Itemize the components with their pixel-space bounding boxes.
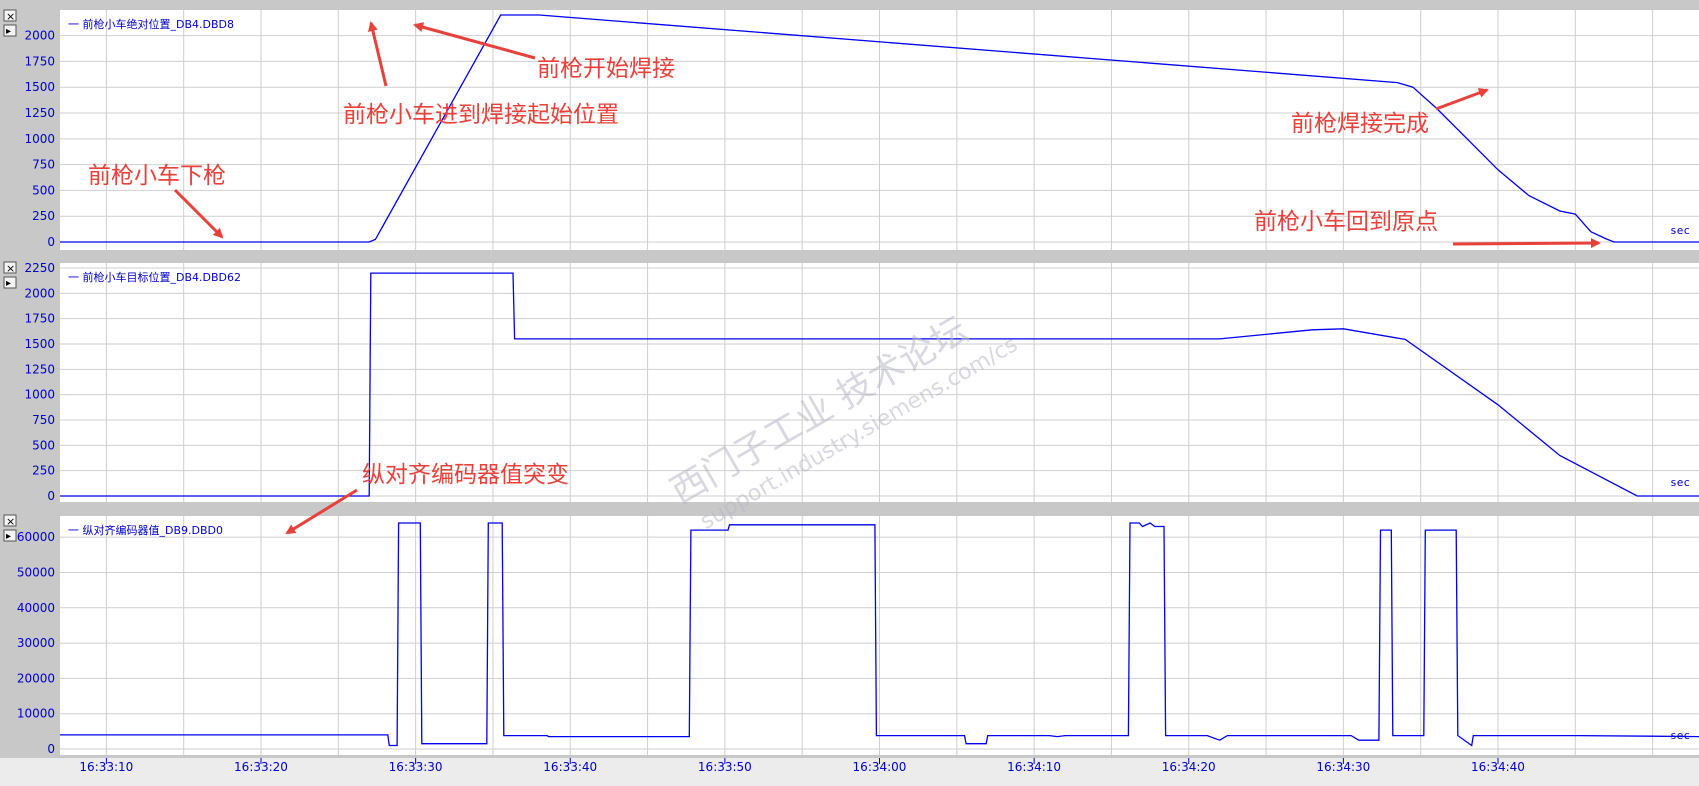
y-tick-label: 2000 xyxy=(24,286,55,300)
y-tick-label: 250 xyxy=(32,209,55,223)
y-tick-label: 750 xyxy=(32,158,55,172)
y-tick-label: 20000 xyxy=(17,671,55,685)
arrow-return-origin xyxy=(1452,238,1601,249)
y-tick-label: 10000 xyxy=(17,707,55,721)
y-tick-label: 0 xyxy=(47,235,55,249)
x-tick-label: 16:33:20 xyxy=(234,760,288,774)
x-tick-label: 16:33:10 xyxy=(79,760,133,774)
time-axis: 16:33:10 16:33:20 16:33:30 16:33:40 16:33:50… xyxy=(0,758,1699,786)
annotation-encoder-jump: 纵对齐编码器值突变 xyxy=(362,462,569,488)
x-tick-label: 16:33:30 xyxy=(389,760,443,774)
panel-1-expand-icon: ▸ xyxy=(6,26,11,37)
panel-2-expand-icon: ▸ xyxy=(6,278,11,289)
unit-label: sec xyxy=(1670,476,1690,489)
annotation-weld-start-position: 前枪小车进到焊接起始位置 xyxy=(343,102,619,128)
unit-label: sec xyxy=(1670,224,1690,237)
x-tick-label: 16:34:10 xyxy=(1007,760,1061,774)
y-tick-label: 1000 xyxy=(24,388,55,402)
y-tick-label: 500 xyxy=(32,438,55,452)
y-tick-label: 1250 xyxy=(24,106,55,120)
panel-3-close-icon: × xyxy=(6,515,15,528)
x-tick-label: 16:34:20 xyxy=(1162,760,1216,774)
series-label: 一 前枪小车绝对位置_DB4.DBD8 xyxy=(68,17,234,31)
panel-2-close-icon: × xyxy=(6,262,15,275)
y-tick-label: 1500 xyxy=(24,80,55,94)
unit-label: sec xyxy=(1670,729,1690,742)
annotation-return-origin: 前枪小车回到原点 xyxy=(1254,209,1438,235)
y-tick-label: 50000 xyxy=(17,565,55,579)
chart-panel-1: 0 250 500 750 1000 1250 1500 1750 2000 一 前枪小车绝对位置… xyxy=(24,10,1699,250)
y-tick-label: 60000 xyxy=(17,530,55,544)
y-tick-label: 1000 xyxy=(24,132,55,146)
y-tick-label: 1500 xyxy=(24,337,55,351)
series-label: 一 纵对齐编码器值_DB9.DBD0 xyxy=(68,523,223,537)
annotation-torch-down: 前枪小车下枪 xyxy=(88,163,226,189)
y-tick-label: 1750 xyxy=(24,312,55,326)
y-tick-label: 2000 xyxy=(24,29,55,43)
y-tick-label: 0 xyxy=(47,489,55,503)
x-tick-label: 16:33:50 xyxy=(698,760,752,774)
y-tick-label: 1250 xyxy=(24,362,55,376)
x-tick-label: 16:34:00 xyxy=(853,760,907,774)
series-label: 一 前枪小车目标位置_DB4.DBD62 xyxy=(68,270,241,284)
trend-chart: × ▸ × ▸ × ▸ 0 250 500 750 1000 1250 1500 1750 20… xyxy=(0,0,1699,786)
annotation-start-welding: 前枪开始焊接 xyxy=(537,56,675,82)
y-tick-label: 2250 xyxy=(24,261,55,275)
annotation-welding-complete: 前枪焊接完成 xyxy=(1291,111,1429,137)
panel-1-close-icon: × xyxy=(6,10,15,23)
x-tick-label: 16:33:40 xyxy=(543,760,597,774)
y-tick-label: 0 xyxy=(47,742,55,756)
y-tick-label: 30000 xyxy=(17,636,55,650)
y-tick-label: 40000 xyxy=(17,601,55,615)
y-tick-label: 750 xyxy=(32,413,55,427)
y-tick-label: 1750 xyxy=(24,54,55,68)
y-tick-label: 250 xyxy=(32,464,55,478)
chart-panel-3: 0 10000 20000 30000 40000 50000 60000 一 纵对齐编码器值… xyxy=(17,516,1699,756)
y-tick-label: 500 xyxy=(32,183,55,197)
x-tick-label: 16:34:30 xyxy=(1316,760,1370,774)
panel-3-expand-icon: ▸ xyxy=(6,531,11,542)
x-tick-label: 16:34:40 xyxy=(1471,760,1525,774)
